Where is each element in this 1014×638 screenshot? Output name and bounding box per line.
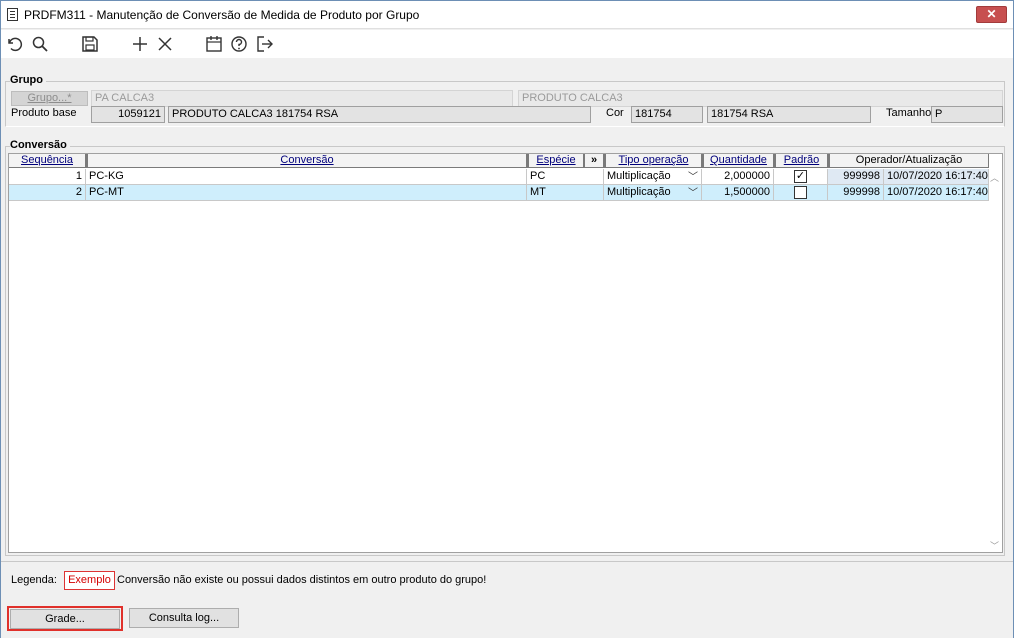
- search-icon[interactable]: [30, 34, 50, 54]
- cell-especie[interactable]: MT: [527, 185, 604, 201]
- tamanho-field[interactable]: P: [931, 106, 1003, 123]
- produto-base-code-field[interactable]: 1059121: [91, 106, 165, 123]
- conversao-title: Conversão: [10, 139, 70, 151]
- title-bar: PRDFM311 - Manutenção de Conversão de Me…: [1, 1, 1013, 29]
- cell-sequencia[interactable]: 2: [9, 185, 86, 201]
- header-quantidade[interactable]: Quantidade: [702, 154, 774, 168]
- cell-tipo-operacao[interactable]: Multiplicação ﹀: [604, 169, 702, 185]
- window-title: PRDFM311 - Manutenção de Conversão de Me…: [24, 8, 420, 22]
- cell-atualizacao: 10/07/2020 16:17:40: [884, 185, 989, 201]
- cell-padrao: [774, 185, 828, 201]
- grupo-code-field[interactable]: PA CALCA3: [91, 90, 513, 107]
- cell-tipo-operacao[interactable]: Multiplicação ﹀: [604, 185, 702, 201]
- calendar-icon[interactable]: [204, 34, 224, 54]
- chevron-down-icon[interactable]: ﹀: [688, 186, 698, 200]
- tipo-operacao-value: Multiplicação: [607, 186, 671, 198]
- header-operador[interactable]: Operador/Atualização: [828, 154, 989, 168]
- conversao-grid: Sequência Conversão Espécie » Tipo opera…: [8, 153, 1003, 553]
- delete-icon[interactable]: [155, 34, 175, 54]
- table-row[interactable]: 2 PC-MT MT Multiplicação ﹀ 1,500000 9999…: [9, 185, 989, 201]
- tipo-operacao-value: Multiplicação: [607, 170, 671, 182]
- header-expand[interactable]: »: [584, 154, 604, 168]
- cell-operador: 999998: [828, 169, 884, 185]
- legend-area: Legenda: Exemplo Conversão não existe ou…: [1, 561, 1013, 595]
- toolbar: [1, 30, 1013, 58]
- cell-conversao[interactable]: PC-MT: [86, 185, 527, 201]
- chevron-down-icon[interactable]: ﹀: [688, 170, 698, 184]
- padrao-checkbox[interactable]: [794, 186, 807, 199]
- header-conversao[interactable]: Conversão: [86, 154, 527, 168]
- main-window: PRDFM311 - Manutenção de Conversão de Me…: [0, 0, 1014, 638]
- legend-text: Conversão não existe ou possui dados dis…: [117, 574, 487, 586]
- help-icon[interactable]: [229, 34, 249, 54]
- scroll-up-icon[interactable]: ︿: [990, 171, 999, 184]
- padrao-checkbox[interactable]: ✓: [794, 170, 807, 183]
- exit-icon[interactable]: [255, 34, 275, 54]
- consulta-log-button[interactable]: Consulta log...: [129, 608, 239, 628]
- cell-atualizacao: 10/07/2020 16:17:40: [884, 169, 989, 185]
- cell-sequencia[interactable]: 1: [9, 169, 86, 185]
- cor-desc-field[interactable]: 181754 RSA: [707, 106, 871, 123]
- legend-example: Exemplo: [64, 571, 115, 590]
- legend-label: Legenda:: [11, 574, 57, 586]
- cell-quantidade[interactable]: 2,000000: [702, 169, 774, 185]
- cell-conversao[interactable]: PC-KG: [86, 169, 527, 185]
- produto-base-label: Produto base: [11, 107, 77, 119]
- save-icon[interactable]: [80, 34, 100, 54]
- grupo-title: Grupo: [10, 74, 46, 86]
- scroll-down-icon[interactable]: ﹀: [990, 539, 999, 552]
- cell-operador: 999998: [828, 185, 884, 201]
- add-icon[interactable]: [130, 34, 150, 54]
- header-especie[interactable]: Espécie: [527, 154, 584, 168]
- tamanho-label: Tamanho: [886, 107, 932, 119]
- cell-padrao: ✓: [774, 169, 828, 185]
- cor-label: Cor: [606, 107, 624, 119]
- undo-icon[interactable]: [4, 34, 24, 54]
- close-button[interactable]: ✕: [976, 6, 1007, 23]
- grupo-desc-field[interactable]: PRODUTO CALCA3: [518, 90, 1003, 107]
- grupo-button[interactable]: Grupo...*: [11, 91, 88, 106]
- header-tipo-operacao[interactable]: Tipo operação: [604, 154, 702, 168]
- cor-code-field[interactable]: 181754: [631, 106, 703, 123]
- header-sequencia[interactable]: Sequência: [9, 154, 86, 168]
- table-row[interactable]: 1 PC-KG PC Multiplicação ﹀ 2,000000 ✓ 99…: [9, 169, 989, 185]
- document-icon: [7, 8, 18, 21]
- cell-especie[interactable]: PC: [527, 169, 604, 185]
- cell-quantidade[interactable]: 1,500000: [702, 185, 774, 201]
- header-padrao[interactable]: Padrão: [774, 154, 828, 168]
- content-area: Grupo Grupo...* PA CALCA3 PRODUTO CALCA3…: [1, 58, 1013, 638]
- grade-button[interactable]: Grade...: [10, 609, 120, 629]
- produto-base-desc-field[interactable]: PRODUTO CALCA3 181754 RSA: [168, 106, 591, 123]
